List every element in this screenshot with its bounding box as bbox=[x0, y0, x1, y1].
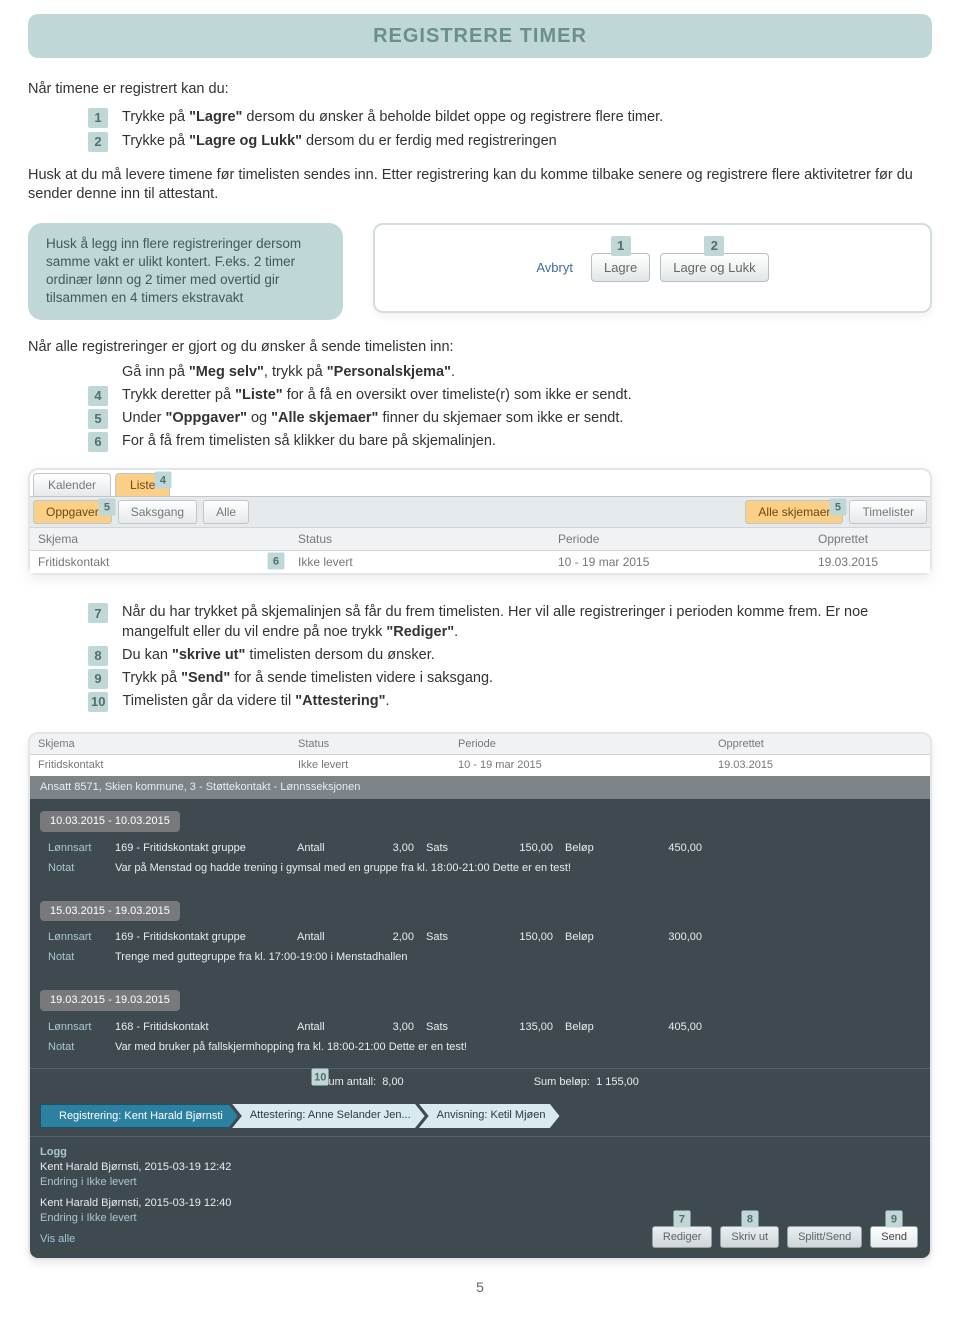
detail-block: 10.03.2015 - 10.03.2015Lønnsart169 - Fri… bbox=[30, 799, 930, 889]
step-c-10: Timelisten går da videre til "Attesterin… bbox=[122, 692, 389, 712]
send-button[interactable]: 9 Send bbox=[870, 1226, 918, 1249]
aside-note: Husk å legg inn flere registreringer der… bbox=[28, 223, 343, 320]
filter-oppgaver[interactable]: Oppgaver 5 bbox=[33, 500, 112, 524]
date-pill: 19.03.2015 - 19.03.2015 bbox=[40, 990, 180, 1011]
steps-b: Gå inn på "Meg selv", trykk på "Personal… bbox=[88, 363, 932, 452]
callout-2: 2 bbox=[704, 236, 724, 256]
filter-alle[interactable]: Alle bbox=[203, 500, 249, 524]
breadcrumb: Registrering: Kent Harald Bjørnsti Attes… bbox=[30, 1096, 930, 1137]
step-b-4: Trykk deretter på "Liste" for å få en ov… bbox=[122, 386, 632, 406]
split-send-button[interactable]: Splitt/Send bbox=[787, 1226, 862, 1249]
page-number: 5 bbox=[28, 1278, 932, 1297]
log-section: Logg Kent Harald Bjørnsti, 2015-03-19 12… bbox=[30, 1136, 930, 1258]
table-row[interactable]: Fritidskontakt 6 Ikke levert 10 - 19 mar… bbox=[30, 551, 930, 573]
save-button[interactable]: 1 Lagre bbox=[591, 253, 650, 283]
page-title-bar: REGISTRERE TIMER bbox=[28, 14, 932, 58]
steps-c: 7 Når du har trykket på skjemalinjen så … bbox=[88, 603, 932, 711]
step-number-1: 1 bbox=[88, 108, 108, 128]
paragraph-1: Husk at du må levere timene før timelist… bbox=[28, 166, 932, 205]
step-b-6: For å få frem timelisten så klikker du b… bbox=[122, 432, 496, 452]
steps-a: 1 Trykke på "Lagre" dersom du ønsker å b… bbox=[88, 108, 932, 152]
crumb-attestering[interactable]: Attestering: Anne Selander Jen... bbox=[232, 1104, 425, 1129]
save-buttons-screenshot: Avbryt 1 Lagre 2 Lagre og Lukk bbox=[373, 223, 932, 313]
callout-9: 9 bbox=[886, 1210, 903, 1227]
subheading-2: Når alle registreringer er gjort og du ø… bbox=[28, 338, 932, 358]
print-button[interactable]: 8 Skriv ut bbox=[720, 1226, 779, 1249]
detail-block: 15.03.2015 - 19.03.2015Lønnsart169 - Fri… bbox=[30, 889, 930, 979]
edit-button[interactable]: 7 Rediger bbox=[652, 1226, 713, 1249]
list-screenshot: Kalender Liste 4 Oppgaver 5 Saksgang All… bbox=[28, 468, 932, 576]
filter-timelister[interactable]: Timelister bbox=[849, 500, 927, 524]
step-a-2: Trykke på "Lagre og Lukk" dersom du er f… bbox=[122, 132, 557, 152]
step-b-pre: Gå inn på "Meg selv", trykk på "Personal… bbox=[122, 363, 455, 383]
step-number-7: 7 bbox=[88, 603, 108, 623]
crumb-registrering[interactable]: Registrering: Kent Harald Bjørnsti bbox=[40, 1104, 238, 1129]
step-number-8: 8 bbox=[88, 646, 108, 666]
intro-text: Når timene er registrert kan du: bbox=[28, 80, 932, 100]
callout-1: 1 bbox=[611, 236, 631, 256]
detail-block: 19.03.2015 - 19.03.2015Lønnsart168 - Fri… bbox=[30, 978, 930, 1068]
step-c-7: Når du har trykket på skjemalinjen så få… bbox=[122, 603, 932, 642]
step-a-1: Trykke på "Lagre" dersom du ønsker å beh… bbox=[122, 108, 663, 128]
step-c-8: Du kan "skrive ut" timelisten dersom du … bbox=[122, 646, 435, 666]
callout-5a: 5 bbox=[98, 498, 115, 515]
date-pill: 10.03.2015 - 10.03.2015 bbox=[40, 811, 180, 832]
table-row[interactable]: Fritidskontakt Ikke levert 10 - 19 mar 2… bbox=[30, 755, 930, 776]
callout-7: 7 bbox=[674, 1210, 691, 1227]
tab-liste[interactable]: Liste 4 bbox=[115, 473, 170, 496]
date-pill: 15.03.2015 - 19.03.2015 bbox=[40, 901, 180, 922]
detail-screenshot: Skjema Status Periode Opprettet Fritidsk… bbox=[28, 732, 932, 1261]
cancel-link[interactable]: Avbryt bbox=[536, 259, 573, 277]
step-c-9: Trykk på "Send" for å sende timelisten v… bbox=[122, 669, 493, 689]
tab-kalender[interactable]: Kalender bbox=[33, 473, 111, 496]
callout-4: 4 bbox=[155, 471, 172, 488]
callout-6: 6 bbox=[268, 553, 285, 570]
step-number-2: 2 bbox=[88, 132, 108, 152]
page-title: REGISTRERE TIMER bbox=[373, 23, 587, 50]
sum-row: 10 Sum antall: 8,00 Sum beløp: 1 155,00 bbox=[30, 1068, 930, 1096]
crumb-anvisning[interactable]: Anvisning: Ketil Mjøen bbox=[419, 1104, 560, 1129]
table-header: Skjema Status Periode Opprettet bbox=[30, 527, 930, 551]
step-number-5: 5 bbox=[88, 409, 108, 429]
save-close-button[interactable]: 2 Lagre og Lukk bbox=[660, 253, 768, 283]
callout-10: 10 bbox=[312, 1068, 329, 1085]
step-number-4: 4 bbox=[88, 386, 108, 406]
filter-saksgang[interactable]: Saksgang bbox=[118, 500, 197, 524]
detail-subheader: Ansatt 8571, Skien kommune, 3 - Støtteko… bbox=[30, 776, 930, 799]
step-number-9: 9 bbox=[88, 669, 108, 689]
callout-8: 8 bbox=[741, 1210, 758, 1227]
filter-alle-skjemaer[interactable]: Alle skjemaer 5 bbox=[745, 500, 843, 524]
step-b-5: Under "Oppgaver" og "Alle skjemaer" finn… bbox=[122, 409, 623, 429]
step-number-6: 6 bbox=[88, 432, 108, 452]
callout-5b: 5 bbox=[830, 498, 847, 515]
step-number-10: 10 bbox=[88, 692, 108, 712]
